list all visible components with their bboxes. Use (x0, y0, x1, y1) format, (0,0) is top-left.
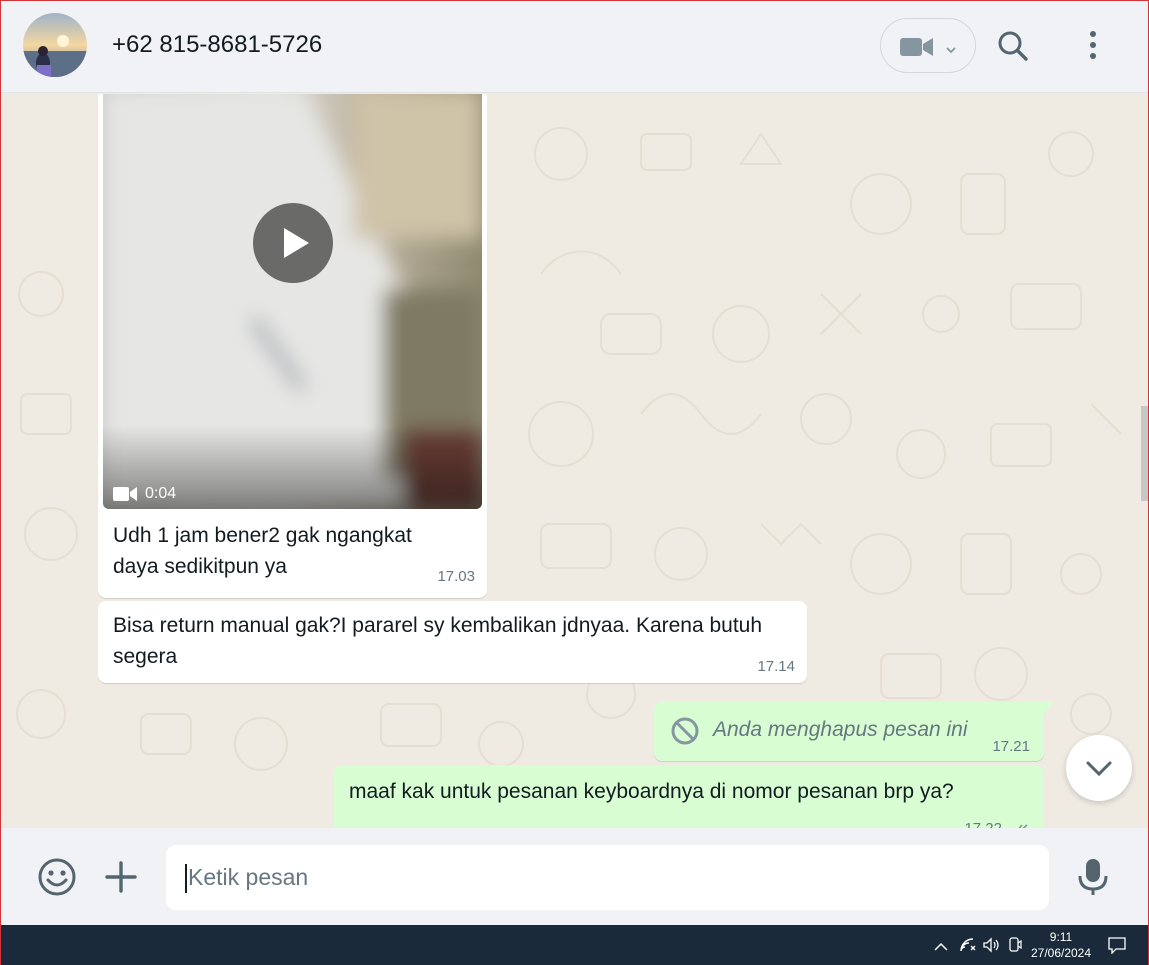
message-text-line: Bisa return manual gak?I pararel sy kemb… (113, 614, 763, 637)
message-input-box[interactable] (166, 845, 1049, 910)
message-input[interactable] (188, 845, 1028, 910)
video-thumbnail[interactable]: 0:04 (103, 94, 482, 509)
chevron-down-icon (945, 42, 957, 60)
message-time: 17.21 (992, 738, 1030, 755)
chat-scrollbar[interactable] (1141, 406, 1148, 501)
bubble-tail (1042, 702, 1054, 716)
microphone-icon[interactable] (1075, 857, 1111, 902)
play-icon (284, 228, 309, 258)
scroll-to-bottom-button[interactable] (1066, 735, 1132, 801)
notifications-icon[interactable] (1108, 936, 1126, 959)
attach-plus-icon[interactable] (105, 861, 137, 898)
text-caret (185, 864, 187, 893)
meet-now-icon[interactable] (1008, 936, 1022, 959)
deleted-message[interactable]: Anda menghapus pesan ini 17.21 (654, 702, 1054, 761)
message-list[interactable]: 0:04 Udh 1 jam bener2 gak ngangkat daya … (1, 94, 1148, 828)
network-icon[interactable] (959, 937, 977, 958)
video-duration: 0:04 (145, 485, 177, 502)
message-time: 17.22 (964, 820, 1002, 828)
message-time: 17.14 (757, 658, 795, 675)
video-caption: Udh 1 jam bener2 gak ngangkat daya sedik… (113, 520, 473, 582)
video-call-button[interactable] (880, 18, 976, 73)
text-message[interactable]: maaf kak untuk pesanan keyboardnya di no… (334, 765, 1044, 828)
message-text: maaf kak untuk pesanan keyboardnya di no… (349, 780, 954, 803)
contact-name[interactable]: +62 815-8681-5726 (112, 31, 322, 59)
volume-icon[interactable] (983, 937, 1001, 958)
taskbar-time: 9:11 (1049, 930, 1073, 944)
video-meta: 0:04 (113, 485, 176, 503)
video-caption-line: Udh 1 jam bener2 gak ngangkat (113, 524, 412, 547)
video-camera-icon (900, 37, 934, 62)
composer-bar (1, 828, 1148, 925)
chat-header: +62 815-8681-5726 (1, 1, 1148, 93)
video-caption-line: daya sedikitpun ya (113, 555, 287, 578)
video-thumbnail-image (103, 94, 482, 509)
play-button[interactable] (253, 203, 333, 283)
menu-dots-icon[interactable] (1085, 30, 1101, 67)
message-text: Bisa return manual gak?I pararel sy kemb… (113, 610, 803, 672)
search-icon[interactable] (997, 30, 1029, 67)
text-message[interactable]: Bisa return manual gak?I pararel sy kemb… (98, 601, 807, 683)
deleted-message-text: Anda menghapus pesan ini (713, 718, 968, 741)
os-taskbar: 9:11 27/06/2024 (1, 925, 1148, 965)
taskbar-clock[interactable]: 9:11 27/06/2024 (1021, 929, 1101, 961)
taskbar-date: 27/06/2024 (1030, 946, 1092, 960)
show-hidden-icons-icon[interactable] (933, 939, 949, 957)
avatar[interactable] (23, 13, 87, 77)
video-message[interactable]: 0:04 Udh 1 jam bener2 gak ngangkat daya … (98, 94, 487, 598)
chevron-down-icon (1086, 761, 1112, 777)
message-text-line: segera (113, 645, 178, 668)
message-time: 17.03 (437, 568, 475, 585)
video-camera-icon (113, 487, 137, 501)
blocked-icon (670, 716, 700, 751)
emoji-icon[interactable] (37, 857, 77, 902)
